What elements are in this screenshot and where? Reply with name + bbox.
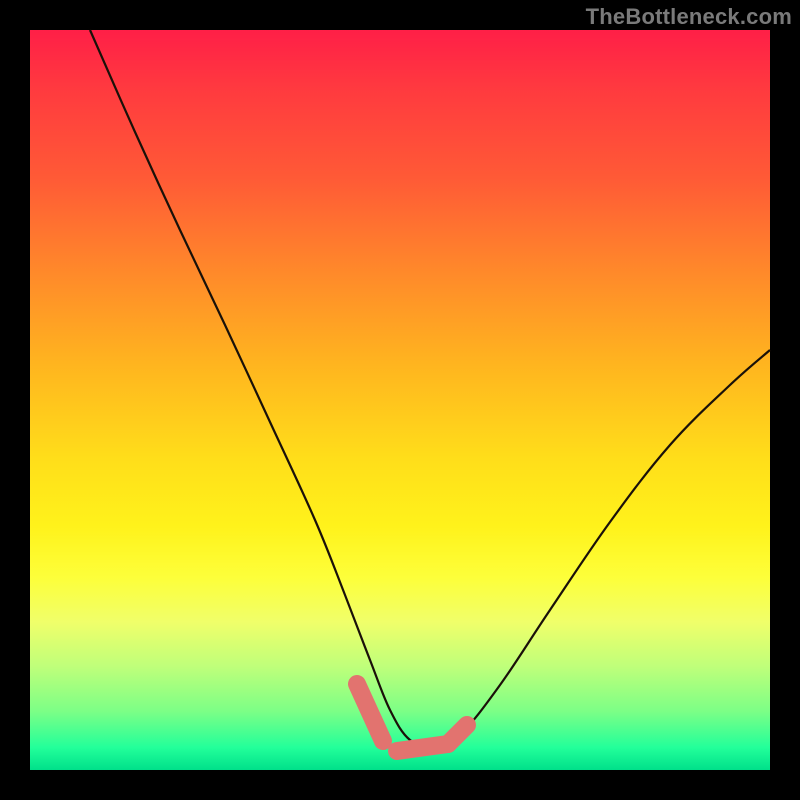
watermark-text: TheBottleneck.com (586, 4, 792, 30)
trough-markers (357, 684, 467, 751)
chart-canvas: TheBottleneck.com (0, 0, 800, 800)
plot-area (30, 30, 770, 770)
left-lobe-trough (357, 684, 383, 741)
right-lobe-trough (448, 725, 467, 744)
bottleneck-curve (90, 30, 770, 748)
curve-layer (30, 30, 770, 770)
